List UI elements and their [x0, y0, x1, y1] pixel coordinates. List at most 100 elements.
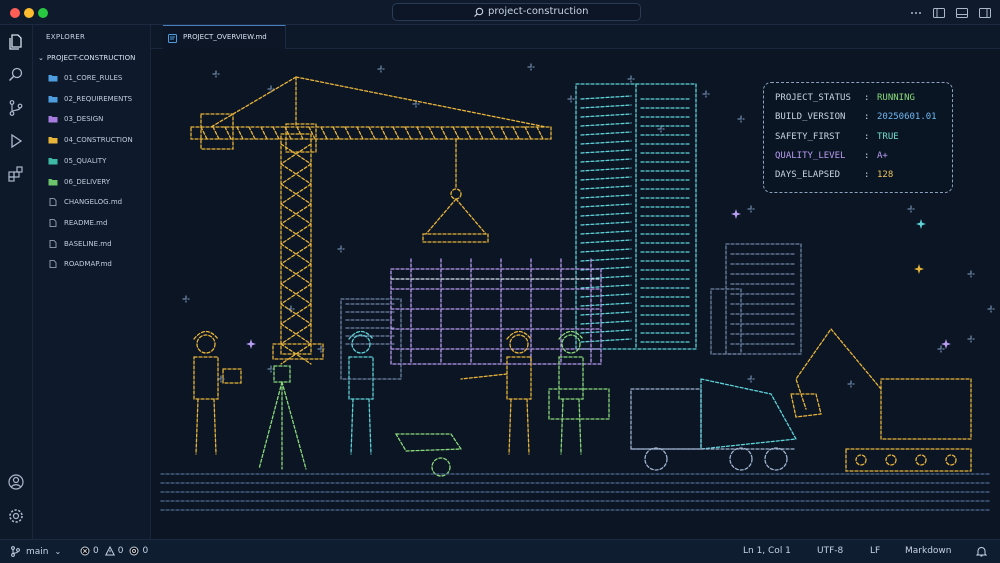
worker-wheelbarrow-leg	[350, 398, 354, 455]
toggle-secondary-sidebar-icon[interactable]	[978, 5, 992, 19]
source-control-icon[interactable]	[7, 99, 25, 117]
status-key: PROJECT_STATUS	[775, 93, 851, 103]
project-status-panel: PROJECT_STATUS: RUNNING BUILD_VERSION:2025…	[763, 82, 953, 193]
file-icon	[49, 218, 57, 227]
crane-lattice	[440, 126, 448, 140]
tower-floor	[580, 122, 632, 127]
tower-floor	[580, 140, 632, 145]
explorer-root-folder[interactable]: ⌄ PROJECT-CONSTRUCTION	[38, 54, 135, 62]
gear-icon[interactable]	[7, 507, 25, 525]
explorer-folder[interactable]: 01_CORE_RULES	[48, 71, 122, 85]
account-icon[interactable]	[7, 473, 25, 491]
more-actions-icon[interactable]	[909, 5, 923, 19]
explorer-icon[interactable]	[7, 33, 25, 51]
status-separator: :	[864, 112, 870, 123]
crane-lattice	[428, 126, 436, 140]
crane-lattice	[308, 126, 316, 140]
truck-bed	[700, 378, 798, 450]
chevron-down-icon: ⌄	[54, 547, 62, 556]
toggle-panel-icon[interactable]	[955, 5, 969, 19]
explorer-file[interactable]: BASELINE.md	[48, 237, 112, 251]
minimize-window-button[interactable]	[24, 8, 34, 18]
sparkle-icon	[731, 209, 741, 219]
tower-floor	[580, 248, 632, 253]
explorer-item-label: 01_CORE_RULES	[64, 74, 123, 82]
explorer-item-label: 04_CONSTRUCTION	[64, 136, 133, 145]
track-wheel	[885, 454, 897, 466]
worker-blueprint-body	[558, 356, 584, 400]
branch-name: main	[26, 546, 49, 557]
maximize-window-button[interactable]	[38, 8, 48, 18]
explorer-file[interactable]: README.md	[48, 216, 107, 230]
explorer-item-label: CHANGELOG.md	[64, 198, 123, 207]
theodolite	[273, 365, 291, 383]
explorer-folder[interactable]: 03_DESIGN	[48, 112, 103, 126]
tower-floor	[580, 194, 632, 199]
crane-hook	[450, 188, 462, 200]
crane-lattice	[296, 126, 304, 140]
explorer-file[interactable]: ROADMAP.md	[48, 257, 112, 271]
folder-icon	[48, 137, 58, 144]
encoding-indicator[interactable]: UTF-8	[817, 546, 843, 556]
extensions-icon[interactable]	[7, 165, 25, 183]
crane-load	[422, 233, 489, 243]
worker-wheelbarrow-body	[348, 356, 374, 400]
explorer-folder[interactable]: 06_DELIVERY	[48, 175, 110, 189]
explorer-folder[interactable]: 02_REQUIREMENTS	[48, 92, 132, 106]
file-icon	[49, 198, 57, 207]
command-center-search[interactable]: project-construction	[392, 3, 641, 21]
run-debug-icon[interactable]	[7, 132, 25, 150]
folder-icon	[48, 178, 58, 185]
explorer-file[interactable]: CHANGELOG.md	[48, 195, 122, 209]
crane-lattice	[344, 126, 352, 140]
crane-lattice	[500, 126, 508, 140]
search-icon[interactable]	[7, 66, 25, 84]
crane-lattice	[356, 126, 364, 140]
crane-lattice	[248, 126, 256, 140]
truck-wheel	[764, 447, 788, 471]
building	[725, 243, 802, 355]
crane-lattice	[236, 126, 244, 140]
status-separator: :	[864, 93, 870, 103]
status-value: TRUE	[877, 131, 899, 142]
warning-icon	[104, 546, 115, 556]
sparkle-icon	[916, 219, 926, 229]
notifications-icon[interactable]	[976, 546, 987, 557]
tower-floor	[580, 95, 632, 100]
tower-floor	[580, 239, 632, 244]
crane-lattice	[380, 126, 388, 140]
git-branch-icon	[11, 546, 20, 557]
track-wheel	[945, 454, 957, 466]
wheelbarrow	[394, 433, 463, 452]
track-wheel	[915, 454, 927, 466]
crane-lattice	[416, 126, 424, 140]
problems-indicator[interactable]: 0 0 0	[80, 546, 148, 556]
worker-pointing-head	[509, 334, 529, 354]
search-icon	[474, 7, 484, 17]
search-text: project-construction	[488, 6, 589, 17]
editor-tab-bar: PROJECT_OVERVIEW.md	[151, 25, 1000, 49]
crane-lattice	[272, 126, 280, 140]
worker-pointing-leg	[526, 398, 530, 455]
cursor-position[interactable]: Ln 1, Col 1	[743, 546, 791, 556]
tower-floor	[580, 329, 632, 334]
tablet	[222, 368, 242, 384]
branch-indicator[interactable]: main ⌄	[10, 546, 61, 557]
markdown-file-icon	[168, 34, 177, 43]
eol-indicator[interactable]: LF	[870, 546, 880, 556]
tower-floor	[580, 176, 632, 181]
tab-project-overview[interactable]: PROJECT_OVERVIEW.md	[163, 25, 286, 49]
folder-icon	[48, 116, 58, 123]
status-value: 20250601.01	[877, 112, 937, 123]
status-separator: :	[864, 131, 870, 142]
crane-lattice	[512, 126, 520, 140]
language-mode[interactable]: Markdown	[905, 546, 951, 556]
explorer-folder[interactable]: 05_QUALITY	[48, 154, 106, 168]
explorer-title: EXPLORER	[46, 33, 86, 41]
close-window-button[interactable]	[10, 8, 20, 18]
tower-floor	[580, 149, 632, 154]
tower-floor	[580, 284, 632, 289]
explorer-folder[interactable]: 04_CONSTRUCTION	[48, 133, 133, 147]
tower-floor	[580, 320, 632, 325]
toggle-sidebar-icon[interactable]	[932, 5, 946, 19]
